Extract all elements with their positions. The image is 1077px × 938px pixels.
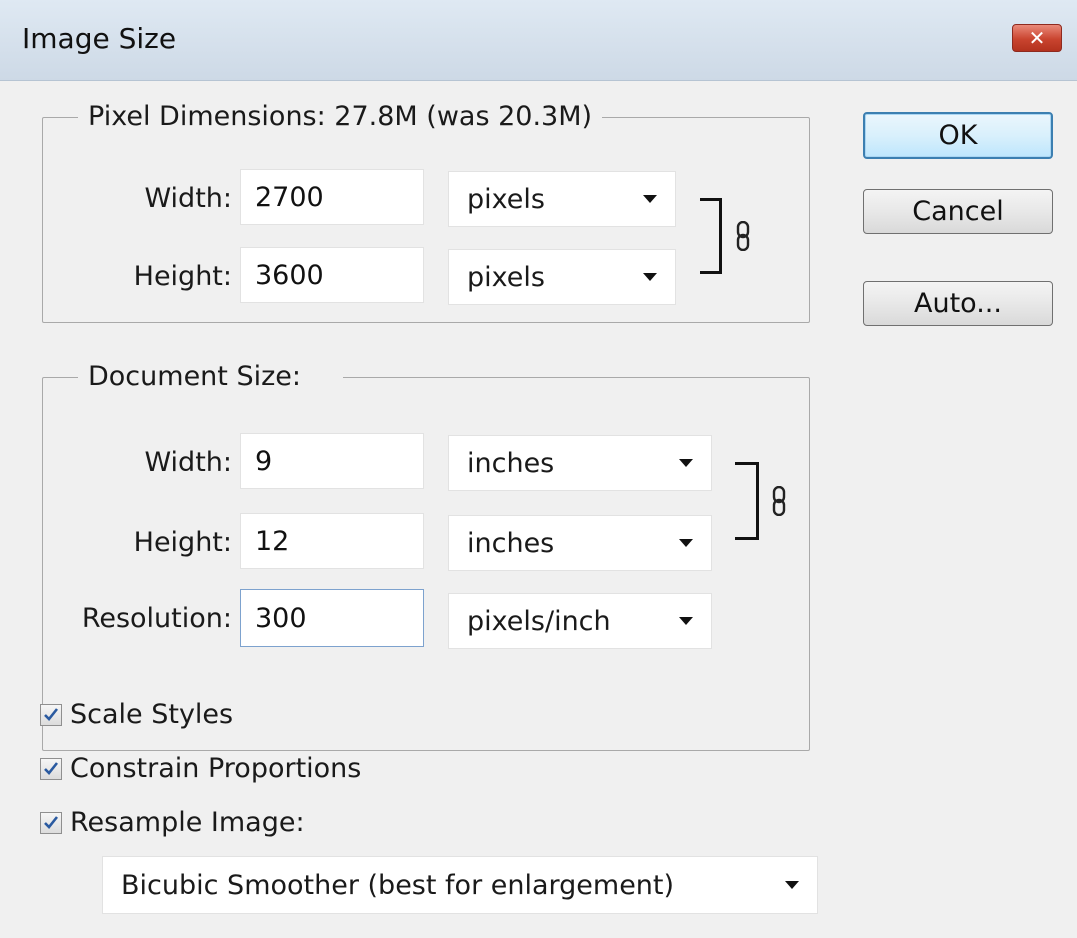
chevron-down-icon xyxy=(785,881,799,889)
resolution-unit-value: pixels/inch xyxy=(467,605,611,637)
doc-width-unit-value: inches xyxy=(467,447,555,479)
doc-height-unit-select[interactable]: inches xyxy=(448,515,712,571)
dialog-body: Pixel Dimensions: 27.8M (was 20.3M) Widt… xyxy=(0,81,1077,938)
pixel-dimensions-legend: Pixel Dimensions: 27.8M (was 20.3M) xyxy=(78,101,603,132)
title-bar: Image Size ✕ xyxy=(0,0,1077,81)
chevron-down-icon xyxy=(679,617,693,625)
doc-width-label: Width: xyxy=(144,447,232,478)
doc-height-label: Height: xyxy=(133,527,232,558)
document-size-legend: Document Size: xyxy=(78,361,343,392)
resample-image-label: Resample Image: xyxy=(70,807,305,838)
auto-button[interactable]: Auto... xyxy=(863,281,1053,326)
constrain-proportions-label: Constrain Proportions xyxy=(70,753,362,784)
chevron-down-icon xyxy=(679,539,693,547)
chain-link-icon xyxy=(736,221,750,251)
scale-styles-checkbox[interactable] xyxy=(40,703,62,726)
pixel-height-input[interactable] xyxy=(240,247,424,303)
resolution-input[interactable] xyxy=(240,589,424,647)
close-button[interactable]: ✕ xyxy=(1012,24,1062,52)
scale-styles-label: Scale Styles xyxy=(70,699,234,730)
chevron-down-icon xyxy=(679,459,693,467)
doc-height-unit-value: inches xyxy=(467,527,555,559)
chain-link-icon xyxy=(772,486,786,516)
scale-styles-option[interactable]: Scale Styles xyxy=(40,699,233,730)
close-icon: ✕ xyxy=(1028,26,1046,50)
ok-button[interactable]: OK xyxy=(863,112,1053,159)
pixel-height-unit-select[interactable]: pixels xyxy=(448,249,676,305)
document-constrain-bracket xyxy=(735,462,759,540)
checkmark-icon xyxy=(44,761,59,775)
resolution-unit-select[interactable]: pixels/inch xyxy=(448,593,712,649)
doc-width-unit-select[interactable]: inches xyxy=(448,435,712,491)
pixel-width-unit-select[interactable]: pixels xyxy=(448,171,676,227)
chevron-down-icon xyxy=(643,195,657,203)
pixel-constrain-bracket xyxy=(700,198,722,274)
window-title: Image Size xyxy=(22,22,177,55)
pixel-width-input[interactable] xyxy=(240,169,424,225)
resample-method-select[interactable]: Bicubic Smoother (best for enlargement) xyxy=(102,856,818,914)
chevron-down-icon xyxy=(643,273,657,281)
doc-height-input[interactable] xyxy=(240,513,424,569)
pixel-width-label: Width: xyxy=(144,183,232,214)
checkmark-icon xyxy=(44,815,59,829)
checkmark-icon xyxy=(44,707,59,721)
constrain-proportions-option[interactable]: Constrain Proportions xyxy=(40,753,361,784)
resample-image-option[interactable]: Resample Image: xyxy=(40,807,305,838)
pixel-dimensions-group xyxy=(42,117,810,323)
pixel-height-label: Height: xyxy=(133,261,232,292)
resample-image-checkbox[interactable] xyxy=(40,811,62,834)
cancel-button[interactable]: Cancel xyxy=(863,189,1053,234)
resolution-label: Resolution: xyxy=(81,603,232,634)
pixel-width-unit-value: pixels xyxy=(467,183,545,215)
resample-method-value: Bicubic Smoother (best for enlargement) xyxy=(121,869,675,901)
constrain-proportions-checkbox[interactable] xyxy=(40,757,62,780)
doc-width-input[interactable] xyxy=(240,433,424,489)
pixel-height-unit-value: pixels xyxy=(467,261,545,293)
